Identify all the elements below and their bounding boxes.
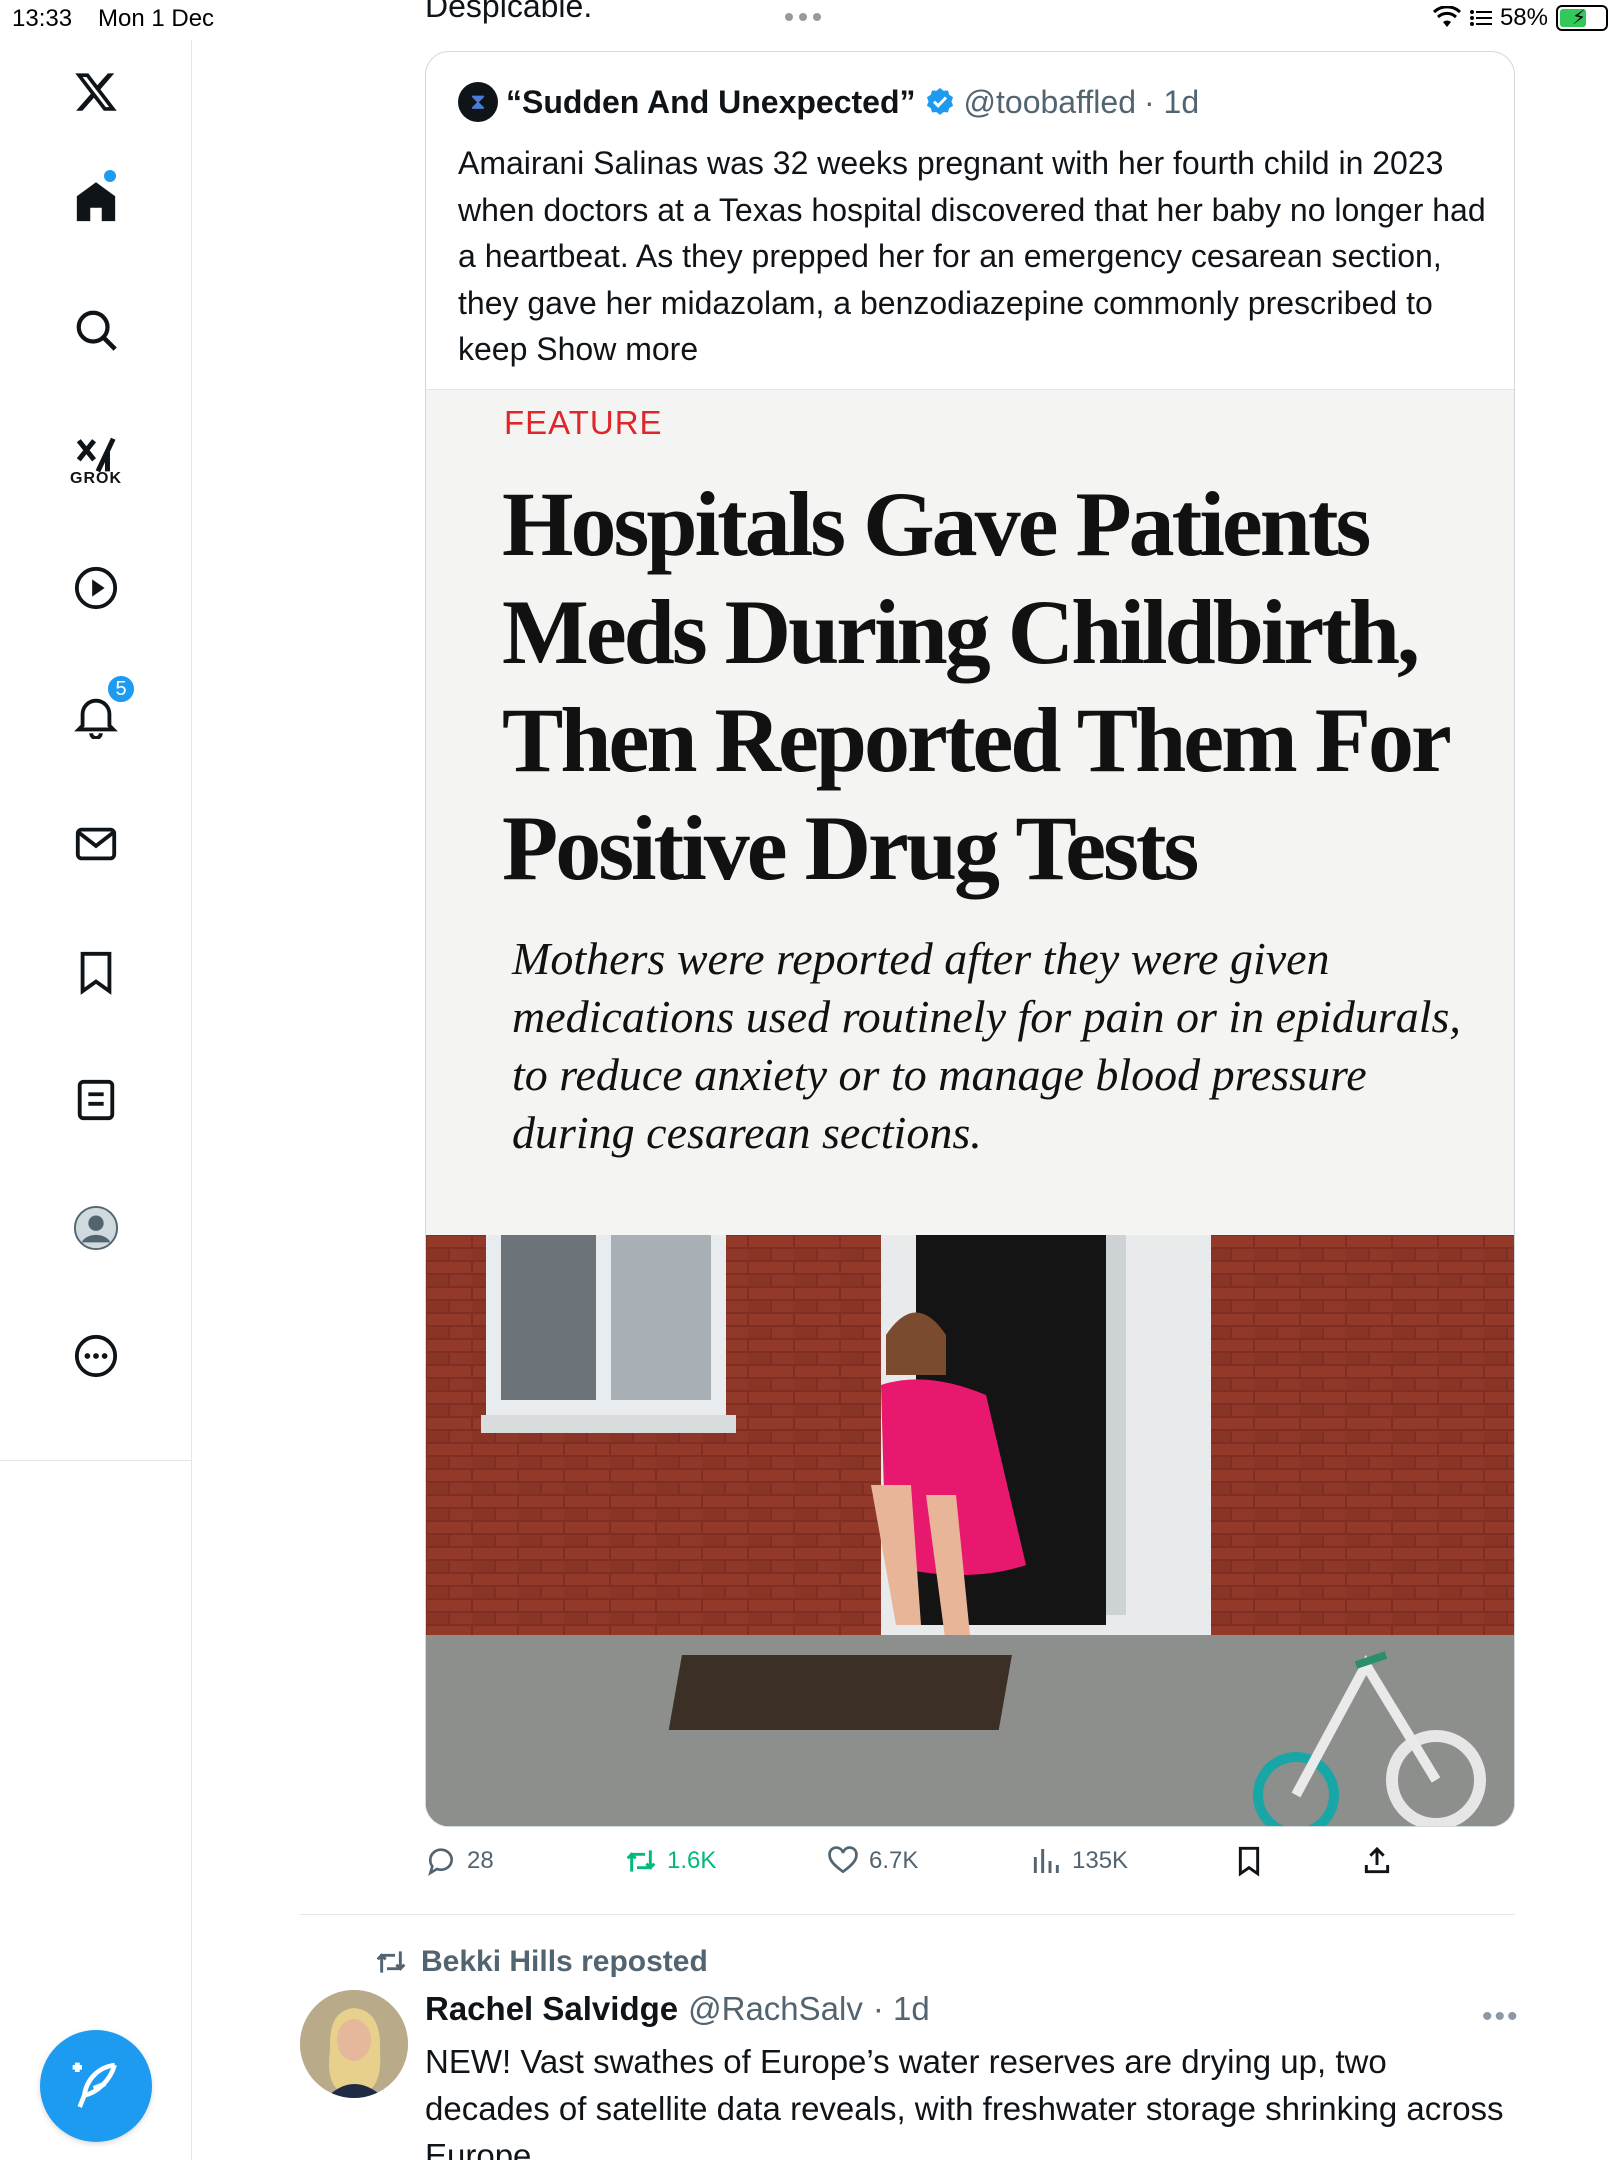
article-label: FEATURE — [504, 404, 663, 441]
status-date: Mon 1 Dec — [98, 5, 215, 32]
battery-percent: 58% — [1499, 4, 1548, 31]
reply-button[interactable]: 28 — [425, 1845, 494, 1877]
view-count: 135K — [1072, 1847, 1129, 1874]
bookmark-icon — [1238, 1846, 1260, 1877]
notification-badge: 5 — [106, 674, 136, 704]
author-avatar[interactable] — [300, 1990, 408, 2098]
video-play-icon[interactable] — [66, 558, 126, 618]
share-button[interactable] — [1361, 1845, 1393, 1877]
tweet-divider — [300, 1914, 1515, 1915]
bookmark-button[interactable] — [1233, 1845, 1265, 1877]
lists-icon[interactable] — [66, 1070, 126, 1130]
repost-icon — [626, 1850, 656, 1872]
article-photo[interactable] — [426, 1235, 1514, 1826]
author-name[interactable]: Rachel Salvidge — [425, 1990, 678, 2028]
article-dek: Mothers were reported after they were gi… — [512, 933, 1461, 1158]
messages-envelope-icon[interactable] — [66, 814, 126, 874]
reply-icon — [428, 1848, 453, 1876]
like-count: 6.7K — [869, 1847, 919, 1874]
compose-button[interactable] — [40, 2030, 152, 2142]
compose-feather-icon — [72, 2062, 117, 2108]
quoted-tweet-header: ⧗ “Sudden And Unexpected” @toobaffled · … — [458, 82, 1199, 122]
home-icon[interactable] — [66, 170, 126, 232]
author-handle[interactable]: @RachSalv — [688, 1990, 863, 2028]
share-icon — [1364, 1846, 1390, 1874]
tweet-text: NEW! Vast swathes of Europe’s water rese… — [425, 2043, 1504, 2160]
grok-icon[interactable]: GROK — [66, 426, 126, 487]
views-chart-icon — [1033, 1849, 1059, 1873]
article-headline: Hospitals Gave Patients Meds During Chil… — [502, 473, 1450, 899]
repost-context[interactable]: Bekki Hills reposted — [375, 1945, 708, 1979]
quoted-author-avatar[interactable]: ⧗ — [458, 82, 498, 122]
grok-label: GROK — [70, 470, 122, 487]
article-preview[interactable]: FEATURE Hospitals Gave Patients Meds Dur… — [426, 389, 1514, 1235]
list-icon — [1469, 10, 1492, 26]
tweet-header: Rachel Salvidge @RachSalv · 1d — [425, 1990, 930, 2028]
heart-icon — [828, 1846, 858, 1874]
views-button[interactable]: 135K — [1030, 1845, 1128, 1877]
multitasking-dots-icon[interactable] — [785, 8, 835, 28]
more-options-icon[interactable] — [66, 1326, 126, 1386]
sidebar: GROK 5 — [0, 40, 192, 2160]
repost-count: 1.6K — [667, 1847, 717, 1874]
repost-icon — [376, 1951, 406, 1973]
sidebar-divider — [0, 1460, 192, 1461]
profile-avatar-icon[interactable] — [66, 1198, 126, 1258]
status-bar: 13:33 Mon 1 Dec 58% ⚡ — [0, 0, 1620, 40]
repost-button[interactable]: 1.6K — [625, 1845, 716, 1877]
quoted-author-name[interactable]: “Sudden And Unexpected” — [506, 84, 916, 121]
quoted-author-handle[interactable]: @toobaffled — [964, 84, 1136, 121]
show-more-link[interactable]: Show more — [536, 331, 698, 367]
home-unread-dot — [104, 170, 116, 182]
reposted-by: Bekki Hills reposted — [421, 1945, 708, 1978]
tweet-time: · 1d — [872, 1990, 930, 2027]
quoted-tweet-time: · 1d — [1143, 83, 1200, 120]
wifi-icon — [1432, 6, 1461, 27]
battery-icon: ⚡ — [1556, 5, 1608, 31]
quoted-tweet-card[interactable]: ⧗ “Sudden And Unexpected” @toobaffled · … — [425, 51, 1515, 1827]
tweet-more-menu-icon[interactable]: ••• — [1482, 2000, 1520, 2034]
bookmarks-icon[interactable] — [66, 942, 126, 1002]
previous-tweet-text: Despicable. — [425, 0, 593, 24]
quoted-tweet-text: Amairani Salinas was 32 weeks pregnant w… — [458, 140, 1498, 373]
x-logo-icon[interactable] — [66, 62, 126, 122]
tweet-action-bar: 28 1.6K 6.7K 135K — [425, 1845, 1515, 1885]
like-button[interactable]: 6.7K — [827, 1845, 918, 1877]
notifications-bell-icon[interactable]: 5 — [66, 674, 136, 746]
reply-count: 28 — [467, 1847, 494, 1874]
verified-badge-icon — [926, 88, 953, 115]
search-icon[interactable] — [66, 300, 126, 360]
status-time: 13:33 — [12, 5, 73, 32]
